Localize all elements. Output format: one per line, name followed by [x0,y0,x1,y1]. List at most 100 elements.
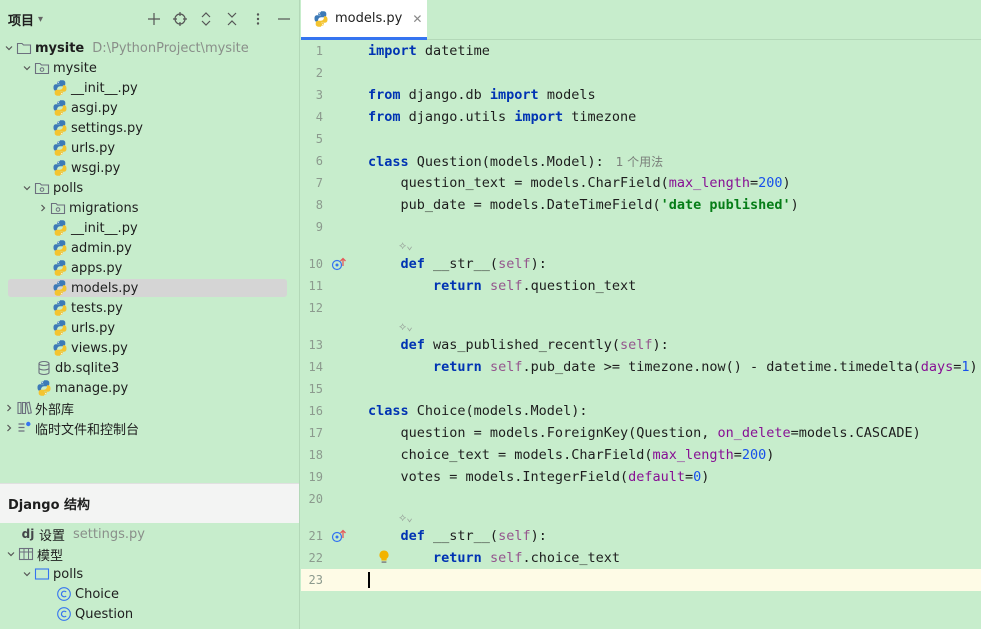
code-editor[interactable]: 1 import datetime 2 3 from django.db imp… [301,40,981,629]
tree-file[interactable]: __init__.py [0,218,299,238]
project-tool-window: 项目 ▾ mysite D:\PythonProject\mysite mysi… [0,0,300,629]
code-text: question_text = models.CharField(max_len… [368,175,791,191]
line-number: 17 [308,426,323,440]
hide-panel-icon[interactable] [277,12,291,26]
code-line: 18 choice_text = models.CharField(max_le… [301,444,981,466]
code-line: 1 import datetime [301,40,981,62]
ai-assist-icon[interactable]: ⟡⌄ [399,511,413,525]
line-number: 18 [308,448,323,462]
line-number: 11 [308,279,323,293]
django-structure-title: Django 结构 [8,498,91,513]
python-file-icon [36,380,52,396]
tree-file-selected[interactable]: models.py [0,278,299,298]
python-file-icon [52,160,68,176]
python-file-icon [52,100,68,116]
file-name: asgi.py [71,100,118,116]
line-number: 19 [308,470,323,484]
code-line: 15 [301,378,981,400]
django-models-row[interactable]: 模型 [0,544,299,564]
file-name: __init__.py [71,220,138,236]
chevron-down-icon[interactable]: ▾ [38,14,43,25]
file-name: apps.py [71,260,123,276]
project-tree: mysite D:\PythonProject\mysite mysite __… [0,38,299,438]
code-line: 14 return self.pub_date >= timezone.now(… [301,356,981,378]
code-line: 12 [301,297,981,319]
folder-name: migrations [69,200,139,216]
chevron-down-icon[interactable] [20,569,34,579]
code-line: 19 votes = models.IntegerField(default=0… [301,466,981,488]
root-path: D:\PythonProject\mysite [92,40,249,56]
override-method-icon[interactable] [331,528,347,544]
tree-file[interactable]: wsgi.py [0,158,299,178]
tree-file[interactable]: admin.py [0,238,299,258]
line-number: 1 [315,44,323,58]
tree-file[interactable]: tests.py [0,298,299,318]
django-model-row[interactable]: Choice [0,584,299,604]
django-model-row[interactable]: Question [0,604,299,624]
chevron-down-icon[interactable] [4,549,18,559]
chevron-right-icon[interactable] [2,403,16,413]
python-file-icon [313,11,329,27]
line-number: 10 [308,257,323,271]
line-number: 2 [315,66,323,80]
line-number: 13 [308,338,323,352]
close-icon[interactable]: ✕ [412,12,422,26]
django-icon: dj [21,527,35,541]
python-file-icon [52,260,68,276]
tree-file-manage[interactable]: manage.py [0,378,299,398]
python-file-icon [52,280,68,296]
tree-file[interactable]: urls.py [0,318,299,338]
tree-node-external-libraries[interactable]: 外部库 [0,398,299,418]
new-file-icon[interactable] [147,12,161,26]
ai-assist-icon[interactable]: ⟡⌄ [399,239,413,253]
django-app-row[interactable]: polls [0,564,299,584]
django-structure-header[interactable]: Django 结构 [0,483,299,523]
tree-node-migrations[interactable]: migrations [0,198,299,218]
tree-node-scratches[interactable]: 临时文件和控制台 [0,418,299,438]
code-line: 5 [301,128,981,150]
tree-file-db[interactable]: db.sqlite3 [0,358,299,378]
chevron-down-icon[interactable] [20,63,34,73]
tree-node-polls-package[interactable]: polls [0,178,299,198]
tree-node-root[interactable]: mysite D:\PythonProject\mysite [0,38,299,58]
table-icon [18,546,34,562]
line-number: 14 [308,360,323,374]
locate-file-icon[interactable] [173,12,187,26]
file-name: manage.py [55,380,129,396]
options-menu-icon[interactable] [251,12,265,26]
python-file-icon [52,80,68,96]
file-name: admin.py [71,240,132,256]
tree-file[interactable]: __init__.py [0,78,299,98]
folder-name: polls [53,180,84,196]
ai-assist-icon[interactable]: ⟡⌄ [399,320,413,334]
code-line: 8 pub_date = models.DateTimeField('date … [301,194,981,216]
tree-file[interactable]: apps.py [0,258,299,278]
django-settings-row[interactable]: dj 设置 settings.py [0,524,299,544]
chevron-down-icon[interactable] [20,183,34,193]
file-name: db.sqlite3 [55,360,120,376]
tree-node-mysite-package[interactable]: mysite [0,58,299,78]
chevron-down-icon[interactable] [2,43,16,53]
tree-file[interactable]: asgi.py [0,98,299,118]
collapse-all-icon[interactable] [225,12,239,26]
project-panel-title[interactable]: 项目 [8,10,34,29]
tree-file[interactable]: settings.py [0,118,299,138]
tree-file[interactable]: urls.py [0,138,299,158]
chevron-right-icon[interactable] [36,203,50,213]
tab-models-py[interactable]: models.py ✕ [301,0,427,40]
class-icon [56,606,72,622]
chevron-right-icon[interactable] [2,423,16,433]
django-structure-tree: dj 设置 settings.py 模型 polls Choice Questi… [0,524,299,624]
python-file-icon [52,340,68,356]
code-line: 13 def was_published_recently(self): [301,334,981,356]
usage-hint[interactable]: 1 个用法 [616,155,663,169]
expand-all-icon[interactable] [199,12,213,26]
file-name: urls.py [71,140,116,156]
override-method-icon[interactable] [331,256,347,272]
inlay-hint-row: ⟡⌄ [301,319,981,334]
code-text: from django.utils import timezone [368,109,637,125]
tree-file[interactable]: views.py [0,338,299,358]
code-text: votes = models.IntegerField(default=0) [368,469,710,485]
code-line-current[interactable]: 23 [301,569,981,591]
code-line: 20 [301,488,981,510]
